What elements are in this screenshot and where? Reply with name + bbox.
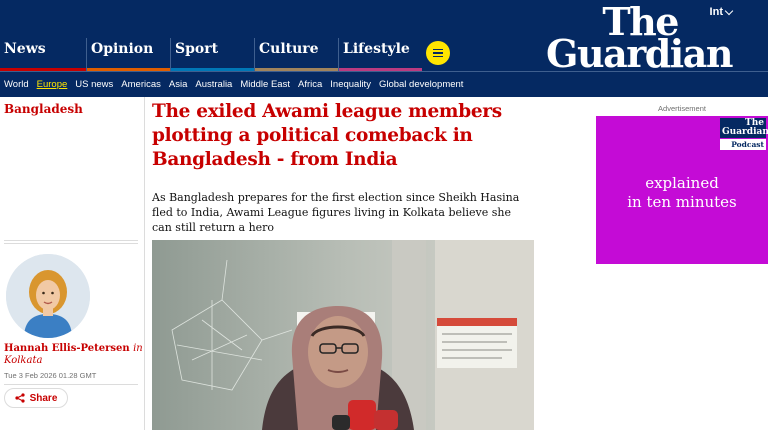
subnav-world[interactable]: World <box>4 79 29 90</box>
hamburger-menu-icon[interactable] <box>426 41 450 65</box>
author-name: Hannah Ellis-Petersen <box>4 343 130 354</box>
pillar-nav: News Opinion Sport Culture Lifestyle <box>0 38 422 71</box>
subnav-africa[interactable]: Africa <box>298 79 322 90</box>
pillar-label: Culture <box>259 41 319 57</box>
site-header: Int The Guardian News Opinion Sport Cult… <box>0 0 768 97</box>
pillar-sport[interactable]: Sport <box>170 38 254 71</box>
pillar-label: Lifestyle <box>343 41 410 57</box>
subnav-americas[interactable]: Americas <box>121 79 161 90</box>
pillar-label: News <box>4 41 46 57</box>
author-in: in <box>133 343 143 354</box>
ad-copy-line-1: explained <box>645 174 719 192</box>
section-tag[interactable]: Bangladesh <box>4 102 83 116</box>
subnav-middle-east[interactable]: Middle East <box>240 79 290 90</box>
pillar-lifestyle[interactable]: Lifestyle <box>338 38 422 71</box>
subnav-asia[interactable]: Asia <box>169 79 187 90</box>
author-photo-icon <box>6 254 90 338</box>
ad-logo-line-2: Podcast <box>720 139 766 150</box>
pillar-news[interactable]: News <box>0 38 86 71</box>
news-photo-icon <box>152 240 534 430</box>
divider <box>4 240 138 246</box>
share-label: Share <box>29 392 58 404</box>
guardian-logo[interactable]: The Guardian <box>546 3 733 76</box>
author-avatar <box>6 254 90 338</box>
subnav: World Europe US news Americas Asia Austr… <box>0 71 768 97</box>
article-headline: The exiled Awami league members plotting… <box>152 101 502 170</box>
subnav-australia[interactable]: Australia <box>195 79 232 90</box>
ad-copy-line-2: in ten minutes <box>627 193 737 211</box>
advertisement-label: Advertisement <box>658 104 706 113</box>
share-button[interactable]: Share <box>4 388 68 408</box>
ad-copy: explained in ten minutes <box>596 174 768 212</box>
pillar-culture[interactable]: Culture <box>254 38 338 71</box>
pillar-label: Sport <box>175 41 219 57</box>
logo-line-2: Guardian <box>546 31 733 76</box>
article-meta-column: Bangladesh Hannah Ellis-Petersen in Kolk… <box>0 97 145 430</box>
subnav-inequality[interactable]: Inequality <box>330 79 371 90</box>
article-main-image[interactable] <box>152 240 534 430</box>
author-name-link[interactable]: Hannah Ellis-Petersen in <box>4 343 144 355</box>
pillar-label: Opinion <box>91 41 154 57</box>
subnav-europe[interactable]: Europe <box>37 79 68 90</box>
guardian-podcast-logo: The Guardian Podcast <box>720 118 768 150</box>
divider <box>4 384 138 385</box>
ad-logo-line-1: The Guardian <box>720 118 768 138</box>
pillar-opinion[interactable]: Opinion <box>86 38 170 71</box>
publish-date: Tue 3 Feb 2026 01.28 GMT <box>4 371 97 380</box>
share-icon <box>14 393 25 403</box>
subnav-us-news[interactable]: US news <box>75 79 113 90</box>
author-location: Kolkata <box>4 355 43 366</box>
advertisement-banner[interactable]: The Guardian Podcast explained in ten mi… <box>596 116 768 264</box>
article-standfirst: As Bangladesh prepares for the first ele… <box>152 191 520 234</box>
subnav-global-development[interactable]: Global development <box>379 79 464 90</box>
